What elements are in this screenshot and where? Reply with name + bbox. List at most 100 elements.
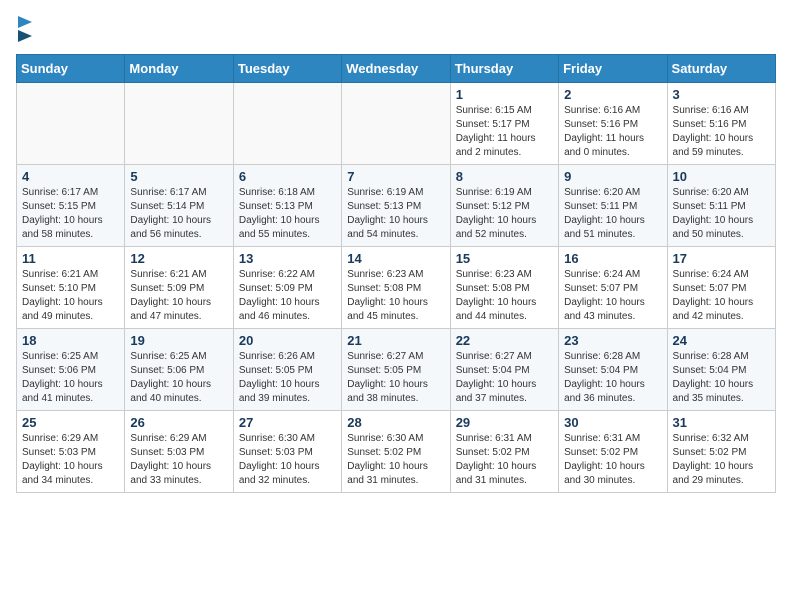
logo-text bbox=[16, 16, 32, 42]
day-info: Sunrise: 6:24 AMSunset: 5:07 PMDaylight:… bbox=[673, 268, 770, 324]
day-number: 27 bbox=[239, 415, 336, 430]
day-info: Sunrise: 6:25 AMSunset: 5:06 PMDaylight:… bbox=[130, 350, 227, 406]
day-info: Sunrise: 6:16 AMSunset: 5:16 PMDaylight:… bbox=[673, 104, 770, 160]
day-header-tuesday: Tuesday bbox=[233, 55, 341, 83]
week-row-3: 11Sunrise: 6:21 AMSunset: 5:10 PMDayligh… bbox=[17, 247, 776, 329]
day-info: Sunrise: 6:28 AMSunset: 5:04 PMDaylight:… bbox=[673, 350, 770, 406]
day-info: Sunrise: 6:28 AMSunset: 5:04 PMDaylight:… bbox=[564, 350, 661, 406]
week-row-5: 25 Sunrise: 6:29 AMSunset: 5:03 PMDayligh… bbox=[17, 411, 776, 493]
calendar-cell: 16 Sunrise: 6:24 AMSunset: 5:07 PMDayligh… bbox=[559, 247, 667, 329]
day-number: 19 bbox=[130, 333, 227, 348]
day-info: Sunrise: 6:25 AMSunset: 5:06 PMDaylight:… bbox=[22, 350, 119, 406]
calendar-cell: 1 Sunrise: 6:15 AMSunset: 5:17 PMDaylight… bbox=[450, 83, 558, 165]
calendar-cell: 11Sunrise: 6:21 AMSunset: 5:10 PMDayligh… bbox=[17, 247, 125, 329]
day-number: 23 bbox=[564, 333, 661, 348]
calendar-cell bbox=[17, 83, 125, 165]
day-info: Sunrise: 6:21 AMSunset: 5:10 PMDaylight:… bbox=[22, 268, 119, 324]
day-info: Sunrise: 6:29 AMSunset: 5:03 PMDaylight:… bbox=[130, 432, 227, 488]
day-number: 20 bbox=[239, 333, 336, 348]
header bbox=[16, 16, 776, 42]
day-number: 21 bbox=[347, 333, 444, 348]
calendar-cell: 17Sunrise: 6:24 AMSunset: 5:07 PMDayligh… bbox=[667, 247, 775, 329]
day-header-thursday: Thursday bbox=[450, 55, 558, 83]
day-number: 8 bbox=[456, 169, 553, 184]
day-number: 4 bbox=[22, 169, 119, 184]
day-number: 18 bbox=[22, 333, 119, 348]
days-header-row: SundayMondayTuesdayWednesdayThursdayFrid… bbox=[17, 55, 776, 83]
day-info: Sunrise: 6:15 AMSunset: 5:17 PMDaylight:… bbox=[456, 104, 553, 160]
day-number: 1 bbox=[456, 87, 553, 102]
day-number: 10 bbox=[673, 169, 770, 184]
day-info: Sunrise: 6:32 AMSunset: 5:02 PMDaylight:… bbox=[673, 432, 770, 488]
calendar-cell: 6Sunrise: 6:18 AMSunset: 5:13 PMDaylight… bbox=[233, 165, 341, 247]
calendar-cell: 27 Sunrise: 6:30 AMSunset: 5:03 PMDayligh… bbox=[233, 411, 341, 493]
day-number: 30 bbox=[564, 415, 661, 430]
day-number: 28 bbox=[347, 415, 444, 430]
day-info: Sunrise: 6:21 AMSunset: 5:09 PMDaylight:… bbox=[130, 268, 227, 324]
day-number: 25 bbox=[22, 415, 119, 430]
day-info: Sunrise: 6:29 AMSunset: 5:03 PMDaylight:… bbox=[22, 432, 119, 488]
day-info: Sunrise: 6:19 AMSunset: 5:13 PMDaylight:… bbox=[347, 186, 444, 242]
calendar-cell: 12 Sunrise: 6:21 AMSunset: 5:09 PMDayligh… bbox=[125, 247, 233, 329]
day-number: 15 bbox=[456, 251, 553, 266]
calendar-table: SundayMondayTuesdayWednesdayThursdayFrid… bbox=[16, 54, 776, 493]
calendar-cell: 28Sunrise: 6:30 AMSunset: 5:02 PMDayligh… bbox=[342, 411, 450, 493]
day-info: Sunrise: 6:23 AMSunset: 5:08 PMDaylight:… bbox=[347, 268, 444, 324]
day-info: Sunrise: 6:30 AMSunset: 5:03 PMDaylight:… bbox=[239, 432, 336, 488]
calendar-cell: 19 Sunrise: 6:25 AMSunset: 5:06 PMDayligh… bbox=[125, 329, 233, 411]
day-info: Sunrise: 6:22 AMSunset: 5:09 PMDaylight:… bbox=[239, 268, 336, 324]
calendar-cell: 9Sunrise: 6:20 AMSunset: 5:11 PMDaylight… bbox=[559, 165, 667, 247]
day-number: 14 bbox=[347, 251, 444, 266]
day-info: Sunrise: 6:31 AMSunset: 5:02 PMDaylight:… bbox=[456, 432, 553, 488]
day-header-wednesday: Wednesday bbox=[342, 55, 450, 83]
day-number: 31 bbox=[673, 415, 770, 430]
day-info: Sunrise: 6:16 AMSunset: 5:16 PMDaylight:… bbox=[564, 104, 661, 160]
logo bbox=[16, 16, 32, 42]
logo-arrow-bottom bbox=[18, 30, 32, 42]
calendar-cell: 25 Sunrise: 6:29 AMSunset: 5:03 PMDayligh… bbox=[17, 411, 125, 493]
day-number: 13 bbox=[239, 251, 336, 266]
calendar-cell: 5 Sunrise: 6:17 AMSunset: 5:14 PMDaylight… bbox=[125, 165, 233, 247]
day-header-saturday: Saturday bbox=[667, 55, 775, 83]
day-info: Sunrise: 6:24 AMSunset: 5:07 PMDaylight:… bbox=[564, 268, 661, 324]
calendar-cell: 24 Sunrise: 6:28 AMSunset: 5:04 PMDayligh… bbox=[667, 329, 775, 411]
day-info: Sunrise: 6:17 AMSunset: 5:14 PMDaylight:… bbox=[130, 186, 227, 242]
day-number: 5 bbox=[130, 169, 227, 184]
day-info: Sunrise: 6:26 AMSunset: 5:05 PMDaylight:… bbox=[239, 350, 336, 406]
calendar-cell: 20 Sunrise: 6:26 AMSunset: 5:05 PMDayligh… bbox=[233, 329, 341, 411]
day-header-friday: Friday bbox=[559, 55, 667, 83]
calendar-cell: 7Sunrise: 6:19 AMSunset: 5:13 PMDaylight… bbox=[342, 165, 450, 247]
calendar-cell: 15 Sunrise: 6:23 AMSunset: 5:08 PMDayligh… bbox=[450, 247, 558, 329]
day-header-monday: Monday bbox=[125, 55, 233, 83]
calendar-cell: 13 Sunrise: 6:22 AMSunset: 5:09 PMDayligh… bbox=[233, 247, 341, 329]
calendar-cell bbox=[233, 83, 341, 165]
day-number: 24 bbox=[673, 333, 770, 348]
day-info: Sunrise: 6:20 AMSunset: 5:11 PMDaylight:… bbox=[673, 186, 770, 242]
calendar-cell: 10 Sunrise: 6:20 AMSunset: 5:11 PMDayligh… bbox=[667, 165, 775, 247]
calendar-cell: 21 Sunrise: 6:27 AMSunset: 5:05 PMDayligh… bbox=[342, 329, 450, 411]
day-header-sunday: Sunday bbox=[17, 55, 125, 83]
day-info: Sunrise: 6:17 AMSunset: 5:15 PMDaylight:… bbox=[22, 186, 119, 242]
day-number: 12 bbox=[130, 251, 227, 266]
calendar-cell bbox=[342, 83, 450, 165]
calendar-cell: 3 Sunrise: 6:16 AMSunset: 5:16 PMDaylight… bbox=[667, 83, 775, 165]
day-info: Sunrise: 6:27 AMSunset: 5:04 PMDaylight:… bbox=[456, 350, 553, 406]
calendar-cell: 31 Sunrise: 6:32 AMSunset: 5:02 PMDayligh… bbox=[667, 411, 775, 493]
day-number: 9 bbox=[564, 169, 661, 184]
calendar-cell: 18 Sunrise: 6:25 AMSunset: 5:06 PMDayligh… bbox=[17, 329, 125, 411]
calendar-cell: 2 Sunrise: 6:16 AMSunset: 5:16 PMDaylight… bbox=[559, 83, 667, 165]
day-info: Sunrise: 6:18 AMSunset: 5:13 PMDaylight:… bbox=[239, 186, 336, 242]
day-number: 2 bbox=[564, 87, 661, 102]
calendar-cell: 26Sunrise: 6:29 AMSunset: 5:03 PMDayligh… bbox=[125, 411, 233, 493]
day-info: Sunrise: 6:23 AMSunset: 5:08 PMDaylight:… bbox=[456, 268, 553, 324]
day-number: 29 bbox=[456, 415, 553, 430]
calendar-cell: 22 Sunrise: 6:27 AMSunset: 5:04 PMDayligh… bbox=[450, 329, 558, 411]
calendar-cell: 8Sunrise: 6:19 AMSunset: 5:12 PMDaylight… bbox=[450, 165, 558, 247]
day-number: 3 bbox=[673, 87, 770, 102]
calendar-cell: 30 Sunrise: 6:31 AMSunset: 5:02 PMDayligh… bbox=[559, 411, 667, 493]
day-info: Sunrise: 6:27 AMSunset: 5:05 PMDaylight:… bbox=[347, 350, 444, 406]
day-info: Sunrise: 6:31 AMSunset: 5:02 PMDaylight:… bbox=[564, 432, 661, 488]
day-number: 16 bbox=[564, 251, 661, 266]
calendar-cell: 29 Sunrise: 6:31 AMSunset: 5:02 PMDayligh… bbox=[450, 411, 558, 493]
day-number: 22 bbox=[456, 333, 553, 348]
